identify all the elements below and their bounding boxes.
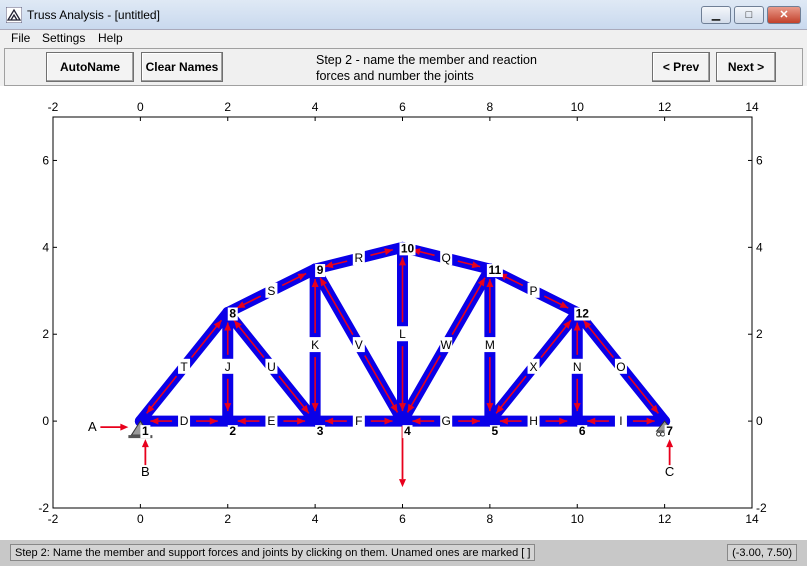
member-label: L <box>399 327 406 341</box>
joint-label: 11 <box>489 263 502 277</box>
y-tick-label-right: 4 <box>756 240 763 254</box>
x-tick-label-top: 8 <box>487 100 494 114</box>
member-label: W <box>441 338 453 352</box>
member-label: M <box>485 338 495 352</box>
member-label: D <box>180 414 189 428</box>
reaction-arrow-head <box>120 423 129 431</box>
y-tick-label-left: 2 <box>42 327 49 341</box>
x-tick-label-bottom: 8 <box>487 512 494 526</box>
joint-label: 2 <box>229 424 236 438</box>
truss-app-icon <box>6 7 22 23</box>
x-tick-label-top: 10 <box>571 100 585 114</box>
y-tick-label-right: 2 <box>756 327 763 341</box>
prev-button[interactable]: < Prev <box>652 52 710 82</box>
joint-label: 6 <box>579 424 586 438</box>
truss-diagram[interactable]: -2-20022446688101012121414-2 -20 02 24 46 6D E… <box>0 86 807 540</box>
y-tick-label-left: 0 <box>42 414 49 428</box>
y-tick-label-right: 0 <box>756 414 763 428</box>
y-tick-label-left: 6 <box>42 153 49 167</box>
menu-settings[interactable]: Settings <box>42 31 85 45</box>
step-line-2: forces and number the joints <box>316 69 474 83</box>
member-force-line <box>319 277 354 336</box>
roller-wheel <box>656 431 662 437</box>
x-tick-label-top: 6 <box>399 100 406 114</box>
member-force-line <box>406 355 441 413</box>
roller-wheel <box>660 431 666 437</box>
x-tick-label-bottom: 4 <box>312 512 319 526</box>
reaction-label: B <box>141 464 150 479</box>
y-tick-label-left: 4 <box>42 240 49 254</box>
member-label: I <box>619 414 622 428</box>
load-arrow-head <box>399 479 406 488</box>
member-label: P <box>530 284 538 298</box>
member-label: G <box>442 414 451 428</box>
reaction-arrow-head <box>141 439 149 448</box>
x-tick-label-top: 12 <box>658 100 672 114</box>
close-button[interactable]: ✕ <box>767 6 801 24</box>
status-bar: Step 2: Name the member and support forc… <box>0 540 807 566</box>
x-tick-label-bottom: 2 <box>224 512 231 526</box>
toolbar: AutoName Clear Names Step 2 - name the m… <box>4 48 803 86</box>
next-button[interactable]: Next > <box>716 52 776 82</box>
reaction-arrow-head <box>666 439 674 448</box>
joint-label: 7 <box>666 424 673 438</box>
step-line-1: Step 2 - name the member and reaction <box>316 53 537 67</box>
x-tick-label-bottom: 6 <box>399 512 406 526</box>
joint-label: 10 <box>401 241 415 255</box>
member-label: U <box>267 360 276 374</box>
member-force-line <box>451 277 486 336</box>
clear-names-button[interactable]: Clear Names <box>141 52 223 82</box>
x-tick-label-top: 0 <box>137 100 144 114</box>
maximize-button[interactable]: □ <box>734 6 764 24</box>
joint-label: 8 <box>229 307 236 321</box>
x-tick-label-bottom: 0 <box>137 512 144 526</box>
autoname-button[interactable]: AutoName <box>46 52 134 82</box>
reaction-label: A <box>88 419 97 434</box>
x-tick-label-top: 2 <box>224 100 231 114</box>
step-instructions: Step 2 - name the member and reaction fo… <box>316 52 576 84</box>
member-label: X <box>530 360 538 374</box>
x-tick-label-bottom: 12 <box>658 512 672 526</box>
x-tick-label-bottom: -2 <box>48 512 59 526</box>
joint-label: 5 <box>492 424 499 438</box>
menu-file[interactable]: File <box>11 31 30 45</box>
x-tick-label-top: 14 <box>745 100 759 114</box>
joint-label: 12 <box>576 307 590 321</box>
minimize-button[interactable]: ▁ <box>701 6 731 24</box>
y-tick-label-right: -2 <box>756 501 767 515</box>
y-tick-label-left: -2 <box>38 501 49 515</box>
joint-label: 1 <box>142 424 149 438</box>
plot-area[interactable]: -2 -2 0 0 2 2 4 4 6 6 8 8 10 10 12 12 14 14 -2 -2 0 0 2 2 4 4 6 6 D E… <box>0 86 807 540</box>
x-tick-label-bottom: 10 <box>571 512 585 526</box>
member-label: O <box>616 360 625 374</box>
menu-bar: File Settings Help <box>0 30 807 48</box>
title-bar[interactable]: Truss Analysis - [untitled] ▁ □ ✕ <box>0 0 807 30</box>
cursor-coordinates: (-3.00, 7.50) <box>727 544 797 561</box>
menu-help[interactable]: Help <box>98 31 123 45</box>
member-label: E <box>267 414 275 428</box>
member-label: N <box>573 360 582 374</box>
joint-label: 3 <box>317 424 324 438</box>
window-title: Truss Analysis - [untitled] <box>27 8 160 22</box>
member-label: H <box>529 414 538 428</box>
member-label: F <box>355 414 362 428</box>
y-tick-label-right: 6 <box>756 153 763 167</box>
status-message: Step 2: Name the member and support forc… <box>10 544 536 561</box>
reaction-label: C <box>665 464 674 479</box>
member-label: T <box>180 360 188 374</box>
x-tick-label-top: 4 <box>312 100 319 114</box>
joint-label: 9 <box>317 263 324 277</box>
member-label: R <box>354 251 363 265</box>
member-label: J <box>225 360 231 374</box>
member-label: K <box>311 338 319 352</box>
x-tick-label-top: -2 <box>48 100 59 114</box>
member-label: Q <box>442 251 451 265</box>
member-label: S <box>267 284 275 298</box>
member-label: V <box>355 338 363 352</box>
joint-label: 4 <box>404 424 411 438</box>
member-force-line <box>364 355 399 413</box>
